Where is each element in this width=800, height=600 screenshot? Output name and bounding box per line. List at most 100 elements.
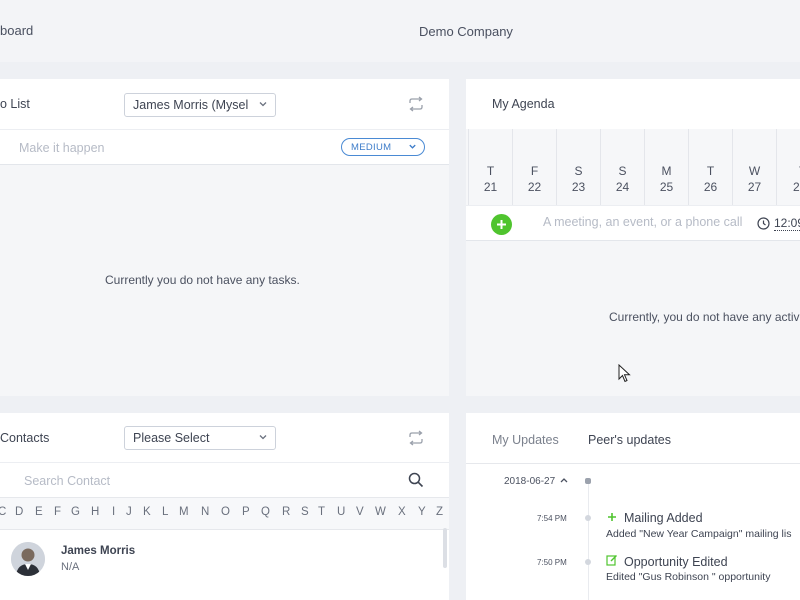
- agenda-panel: My Agenda T 21 F 22 S 23 S 24 M 25 T 26 W 27 T2…: [466, 79, 800, 396]
- letter-filter[interactable]: W: [375, 506, 386, 518]
- day-letter: T: [486, 164, 495, 178]
- letter-filter[interactable]: M: [179, 506, 189, 518]
- search-icon[interactable]: [408, 472, 424, 488]
- clock-icon: [757, 217, 770, 230]
- mouse-cursor-icon: [618, 364, 631, 383]
- day-letter: T: [706, 164, 715, 178]
- letter-filter[interactable]: R: [282, 506, 290, 518]
- day-date: 22: [527, 180, 542, 194]
- letter-filter[interactable]: T: [318, 506, 325, 518]
- letter-filter[interactable]: U: [337, 506, 345, 518]
- letter-filter[interactable]: K: [143, 506, 151, 518]
- letter-filter[interactable]: S: [301, 506, 309, 518]
- letter-filter[interactable]: P: [242, 506, 250, 518]
- day-date: 25: [659, 180, 674, 194]
- letter-filter[interactable]: L: [162, 506, 168, 518]
- contact-filter-select[interactable]: Please Select: [124, 426, 276, 450]
- day-letter: F: [530, 164, 539, 178]
- contact-search-row: Search Contact: [0, 464, 449, 498]
- updates-panel: My Updates Peer's updates: [466, 413, 800, 464]
- chevron-up-icon[interactable]: [560, 477, 568, 483]
- timeline-dot: [585, 559, 591, 565]
- top-bar: board Demo Company: [0, 0, 800, 62]
- plus-icon: [497, 220, 506, 229]
- letter-filter[interactable]: Z: [436, 506, 443, 518]
- breadcrumb-dashboard[interactable]: board: [0, 23, 33, 38]
- contact-name[interactable]: James Morris: [61, 545, 135, 557]
- entry-title[interactable]: Mailing Added: [624, 511, 703, 525]
- letter-filter[interactable]: Y: [418, 506, 426, 518]
- calendar-day[interactable]: F 22: [512, 129, 556, 205]
- timeline-date[interactable]: 2018-06-27: [504, 476, 555, 487]
- letter-filter[interactable]: N: [201, 506, 209, 518]
- day-letter: M: [661, 164, 672, 178]
- day-letter: W: [748, 164, 761, 178]
- letter-filter[interactable]: O: [221, 506, 230, 518]
- agenda-empty-message: Currently, you do not have any activ: [609, 310, 800, 324]
- calendar-day[interactable]: S 24: [600, 129, 644, 205]
- chevron-down-icon: [409, 144, 416, 149]
- calendar-day[interactable]: T 26: [688, 129, 732, 205]
- todo-panel: o List James Morris (Mysel Make it happe…: [0, 79, 449, 396]
- assignee-select-value: James Morris (Mysel: [133, 98, 249, 112]
- contact-list-item[interactable]: James Morris N/A: [0, 528, 449, 600]
- timeline-line: [588, 484, 589, 600]
- calendar-day[interactable]: M 25: [644, 129, 688, 205]
- letter-filter[interactable]: G: [71, 506, 80, 518]
- calendar-day[interactable]: S 23: [556, 129, 600, 205]
- calendar-day[interactable]: W 27: [732, 129, 776, 205]
- letter-filter[interactable]: E: [35, 506, 43, 518]
- letter-filter[interactable]: C: [0, 506, 6, 518]
- plus-icon: [608, 513, 616, 521]
- day-date: 26: [703, 180, 718, 194]
- letter-filter[interactable]: J: [126, 506, 132, 518]
- alphabet-filter: C D E F G H I J K L M N O P Q R S T U V …: [0, 498, 449, 530]
- assignee-select[interactable]: James Morris (Mysel: [124, 93, 276, 117]
- entry-time: 7:54 PM: [537, 514, 567, 523]
- priority-select[interactable]: MEDIUM: [341, 138, 425, 156]
- entry-title[interactable]: Opportunity Edited: [624, 555, 728, 569]
- day-date: 23: [571, 180, 586, 194]
- chevron-down-icon: [259, 102, 267, 107]
- new-event-input[interactable]: A meeting, an event, or a phone call: [543, 215, 742, 229]
- letter-filter[interactable]: D: [15, 506, 23, 518]
- avatar: [11, 542, 45, 576]
- agenda-panel-header: My Agenda: [466, 79, 800, 129]
- event-time-input[interactable]: 12:09: [774, 216, 800, 231]
- day-letter: S: [574, 164, 583, 178]
- priority-select-value: MEDIUM: [351, 142, 392, 153]
- add-event-button[interactable]: [491, 214, 512, 235]
- contact-list-scrollbar[interactable]: [443, 528, 447, 568]
- contact-filter-value: Please Select: [133, 431, 210, 445]
- entry-subtitle: Added "New Year Campaign" mailing lis: [606, 528, 792, 540]
- refresh-icon[interactable]: [407, 430, 425, 446]
- new-event-row: A meeting, an event, or a phone call 12:…: [466, 205, 800, 241]
- new-task-input[interactable]: Make it happen: [19, 141, 104, 155]
- contacts-panel-header: Contacts Please Select: [0, 413, 449, 463]
- letter-filter[interactable]: Q: [261, 506, 270, 518]
- timeline-dot: [585, 478, 591, 484]
- calendar-day[interactable]: T2: [776, 129, 800, 205]
- letter-filter[interactable]: F: [54, 506, 61, 518]
- day-date: 24: [615, 180, 630, 194]
- entry-subtitle: Edited "Gus Robinson " opportunity: [606, 571, 771, 583]
- day-date: 2: [793, 180, 800, 194]
- chevron-down-icon: [259, 435, 267, 440]
- company-name[interactable]: Demo Company: [419, 24, 513, 39]
- day-date: 21: [483, 180, 498, 194]
- letter-filter[interactable]: V: [356, 506, 364, 518]
- tab-peers-updates[interactable]: Peer's updates: [588, 433, 671, 447]
- todo-empty-message: Currently you do not have any tasks.: [105, 273, 300, 287]
- day-date: 27: [747, 180, 762, 194]
- calendar-day[interactable]: T 21: [468, 129, 512, 205]
- letter-filter[interactable]: H: [91, 506, 99, 518]
- contact-detail: N/A: [61, 561, 80, 573]
- letter-filter[interactable]: I: [112, 506, 115, 518]
- agenda-calendar-strip: T 21 F 22 S 23 S 24 M 25 T 26 W 27 T2: [466, 129, 800, 205]
- letter-filter[interactable]: X: [398, 506, 406, 518]
- tab-my-updates[interactable]: My Updates: [492, 433, 559, 447]
- contacts-panel-title: Contacts: [0, 431, 50, 445]
- contact-search-input[interactable]: Search Contact: [24, 474, 110, 488]
- todo-panel-header: o List James Morris (Mysel: [0, 79, 449, 129]
- refresh-icon[interactable]: [407, 96, 425, 112]
